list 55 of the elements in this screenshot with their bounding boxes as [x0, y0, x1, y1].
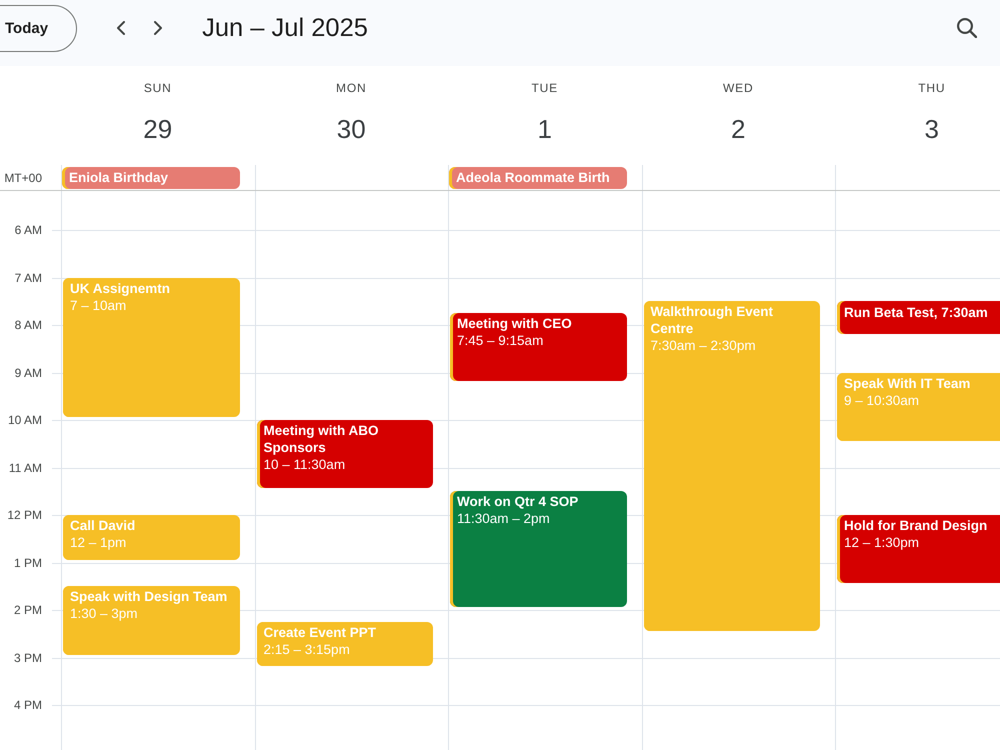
hour-label: 6 AM — [14, 223, 43, 237]
hour-label: 1 PM — [14, 556, 43, 570]
weekday-label: MON — [336, 80, 366, 96]
event-time: 1:30 – 3pm — [70, 605, 138, 622]
event-title: Meeting with ABO Sponsors — [264, 422, 380, 456]
weekday-label: THU — [918, 80, 946, 96]
date-number[interactable]: 3 — [924, 112, 939, 146]
event-card[interactable]: Meeting with CEO 7:45 – 9:15am — [450, 313, 626, 382]
event-title: Walkthrough Event Centre — [650, 303, 774, 338]
chevron-right-icon — [154, 21, 162, 35]
event-title: UK Assignemtn — [70, 280, 170, 296]
hour-label: 11 AM — [8, 460, 43, 474]
date-number[interactable]: 30 — [336, 112, 366, 146]
all-day-event[interactable]: Adeola Roommate Birth — [449, 167, 626, 189]
hour-label: 4 PM — [14, 698, 43, 712]
event-title: Meeting with CEO — [457, 315, 572, 332]
event-time: 12 – 1:30pm — [844, 534, 920, 551]
event-title: Work on Qtr 4 SOP — [457, 493, 578, 510]
event-title: Hold for Brand Design — [844, 517, 988, 534]
timezone-label: MT+00 — [4, 170, 42, 184]
weekday-label: SUN — [144, 80, 172, 96]
event-time: 11:30am – 2pm — [457, 510, 550, 528]
all-day-event[interactable]: Eniola Birthday — [62, 167, 240, 189]
event-time: 12 – 1pm — [70, 534, 126, 551]
hour-label: 12 PM — [7, 508, 43, 522]
hour-label: 9 AM — [14, 366, 43, 380]
event-title: Create Event PPT — [264, 624, 376, 641]
date-number[interactable]: 29 — [143, 112, 172, 146]
chevron-left-icon — [117, 21, 126, 35]
date-number[interactable]: 2 — [731, 112, 746, 146]
event-time: 7:45 – 9:15am — [457, 332, 544, 350]
event-card[interactable]: Hold for Brand Design 12 – 1:30pm — [837, 515, 1000, 584]
date-range-title: Jun – Jul 2025 — [202, 14, 368, 42]
today-button[interactable]: Today — [0, 4, 78, 52]
hour-label: 3 PM — [14, 650, 43, 664]
event-title: Speak With IT Team — [844, 374, 970, 392]
event-card[interactable]: Run Beta Test, 7:30am — [837, 301, 1000, 334]
event-title: Run Beta Test, 7:30am — [844, 304, 988, 322]
hour-label: 8 AM — [14, 318, 43, 332]
weekday-label: WED — [723, 80, 754, 96]
event-time: 7 – 10am — [70, 296, 126, 314]
search-icon — [957, 18, 977, 38]
event-card[interactable]: Meeting with ABO Sponsors 10 – 11:30am — [256, 420, 433, 488]
event-time: 2:15 – 3:15pm — [264, 640, 350, 658]
event-title: Speak with Design Team — [70, 588, 228, 606]
hour-label: 10 AM — [8, 413, 43, 427]
event-time: 7:30am – 2:30pm — [650, 337, 756, 354]
weekday-label: TUE — [532, 80, 558, 96]
hour-label: 7 AM — [14, 270, 43, 284]
event-card[interactable]: Work on Qtr 4 SOP 11:30am – 2pm — [450, 491, 626, 607]
event-time: 9 – 10:30am — [844, 392, 920, 408]
hour-label: 2 PM — [14, 603, 43, 617]
event-title: Call David — [70, 517, 136, 534]
date-number[interactable]: 1 — [538, 112, 552, 146]
event-time: 10 – 11:30am — [264, 456, 346, 473]
